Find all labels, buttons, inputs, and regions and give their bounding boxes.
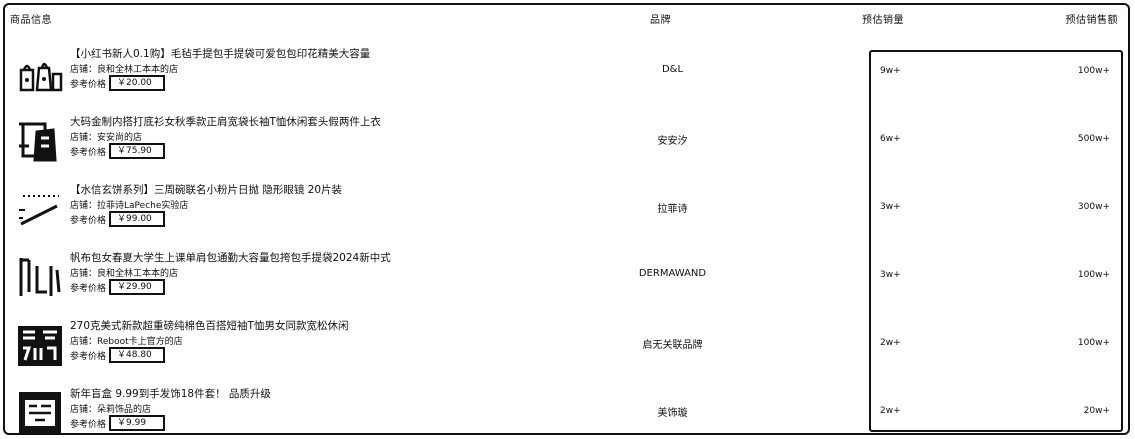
header-product-info[interactable]: 商品信息 — [10, 11, 52, 26]
header-estimated-sales[interactable]: 预估销量 — [862, 11, 904, 26]
table-row[interactable]: 【小红书新人0.1购】毛毡手提包手提袋可爱包包印花精美大容量 店铺：良和全林工本… — [5, 40, 1128, 108]
price-label: 参考价格 — [70, 79, 107, 90]
shop-name[interactable]: 店铺：良和全林工本本的店 — [70, 266, 178, 279]
table-header: 商品信息 品牌 预估销量 预估销售额 — [5, 5, 1128, 27]
price-line: 参考价格 ￥20.00 — [70, 75, 166, 91]
price-value: ￥29.90 — [109, 279, 166, 295]
brand-name[interactable]: 拉菲诗 — [565, 200, 780, 215]
price-value: ￥99.00 — [109, 211, 166, 227]
product-title[interactable]: 【小红书新人0.1购】毛毡手提包手提袋可爱包包印花精美大容量 — [70, 46, 370, 61]
price-label: 参考价格 — [70, 283, 107, 294]
shop-name[interactable]: 店铺：安安尚的店 — [70, 130, 142, 143]
shop-value[interactable]: 朵莉饰品的店 — [97, 405, 151, 415]
header-brand[interactable]: 品牌 — [650, 11, 671, 26]
shop-name[interactable]: 店铺：Reboot卡上官方的店 — [70, 334, 183, 347]
brand-name[interactable]: 安安汐 — [565, 132, 780, 147]
product-ranking-table: 商品信息 品牌 预估销量 预估销售额 【小红书新人0.1购】毛毡手提包手提袋可爱… — [3, 3, 1130, 435]
product-title[interactable]: 新年盲盒 9.99到手发饰18件套！ 品质升级 — [70, 386, 271, 401]
price-line: 参考价格 ￥48.80 — [70, 347, 166, 363]
canvas-bag-product-icon[interactable] — [15, 252, 65, 302]
shop-label: 店铺： — [70, 337, 98, 347]
price-line: 参考价格 ￥75.90 — [70, 143, 166, 159]
shop-label: 店铺： — [70, 133, 98, 143]
brand-name[interactable]: 美饰璇 — [565, 404, 780, 419]
shop-name[interactable]: 店铺：朵莉饰品的店 — [70, 402, 151, 415]
price-value: ￥75.90 — [109, 143, 166, 159]
price-label: 参考价格 — [70, 215, 107, 226]
estimated-revenue: 100w+ — [1077, 270, 1110, 280]
table-row[interactable]: 新年盲盒 9.99到手发饰18件套！ 品质升级 店铺：朵莉饰品的店 参考价格 ￥9… — [5, 380, 1128, 433]
product-title[interactable]: 大码金制内搭打底衫女秋季款正肩宽袋长袖T恤休闲套头假两件上衣 — [70, 114, 381, 129]
shop-value[interactable]: 安安尚的店 — [97, 133, 142, 143]
product-title[interactable]: 【水信玄饼系列】三周碗联名小粉片日抛 隐形眼镜 20片装 — [70, 182, 342, 197]
shop-label: 店铺： — [70, 65, 98, 75]
estimated-sales: 2w+ — [880, 406, 901, 416]
price-label: 参考价格 — [70, 419, 107, 430]
brand-name[interactable]: DERMAWAND — [565, 268, 780, 279]
price-label: 参考价格 — [70, 351, 107, 362]
shop-value[interactable]: 拉菲诗LaPeche实验店 — [97, 201, 188, 211]
shop-value[interactable]: Reboot卡上官方的店 — [97, 337, 183, 347]
estimated-revenue: 100w+ — [1077, 66, 1110, 76]
estimated-revenue: 300w+ — [1077, 202, 1110, 212]
table-row[interactable]: 帆布包女春夏大学生上课单肩包通勤大容量包挎包手提袋2024新中式 店铺：良和全林… — [5, 244, 1128, 312]
estimated-sales: 2w+ — [880, 338, 901, 348]
blindbox-product-icon[interactable] — [15, 388, 65, 433]
shop-label: 店铺： — [70, 201, 98, 211]
lens-product-icon[interactable] — [15, 184, 65, 234]
price-label: 参考价格 — [70, 147, 107, 158]
price-line: 参考价格 ￥29.90 — [70, 279, 166, 295]
bags-product-icon[interactable] — [15, 48, 65, 98]
tshirt-product-icon[interactable] — [15, 320, 65, 370]
price-value: ￥48.80 — [109, 347, 166, 363]
table-row[interactable]: 【水信玄饼系列】三周碗联名小粉片日抛 隐形眼镜 20片装 店铺：拉菲诗LaPec… — [5, 176, 1128, 244]
estimated-sales: 9w+ — [880, 66, 901, 76]
estimated-revenue: 100w+ — [1077, 338, 1110, 348]
shop-label: 店铺： — [70, 269, 98, 279]
product-title[interactable]: 270克美式新款超重磅纯棉色百搭短袖T恤男女同款宽松休闲 — [70, 318, 348, 333]
price-line: 参考价格 ￥99.00 — [70, 211, 166, 227]
shop-name[interactable]: 店铺：良和全林工本本的店 — [70, 62, 178, 75]
shop-name[interactable]: 店铺：拉菲诗LaPeche实验店 — [70, 198, 188, 211]
price-value: ￥9.99 — [109, 415, 166, 431]
estimated-sales: 3w+ — [880, 202, 901, 212]
price-value: ￥20.00 — [109, 75, 166, 91]
estimated-revenue: 500w+ — [1077, 134, 1110, 144]
estimated-revenue: 20w+ — [1083, 406, 1110, 416]
table-row[interactable]: 270克美式新款超重磅纯棉色百搭短袖T恤男女同款宽松休闲 店铺：Reboot卡上… — [5, 312, 1128, 380]
brand-name[interactable]: D&L — [565, 64, 780, 75]
brand-name[interactable]: 启无关联品牌 — [565, 336, 780, 351]
estimated-sales: 3w+ — [880, 270, 901, 280]
shirt-product-icon[interactable] — [15, 116, 65, 166]
estimated-sales: 6w+ — [880, 134, 901, 144]
table-row[interactable]: 大码金制内搭打底衫女秋季款正肩宽袋长袖T恤休闲套头假两件上衣 店铺：安安尚的店 … — [5, 108, 1128, 176]
header-estimated-revenue[interactable]: 预估销售额 — [1066, 11, 1119, 26]
price-line: 参考价格 ￥9.99 — [70, 415, 166, 431]
shop-label: 店铺： — [70, 405, 98, 415]
product-title[interactable]: 帆布包女春夏大学生上课单肩包通勤大容量包挎包手提袋2024新中式 — [70, 250, 391, 265]
shop-value[interactable]: 良和全林工本本的店 — [97, 65, 178, 75]
shop-value[interactable]: 良和全林工本本的店 — [97, 269, 178, 279]
